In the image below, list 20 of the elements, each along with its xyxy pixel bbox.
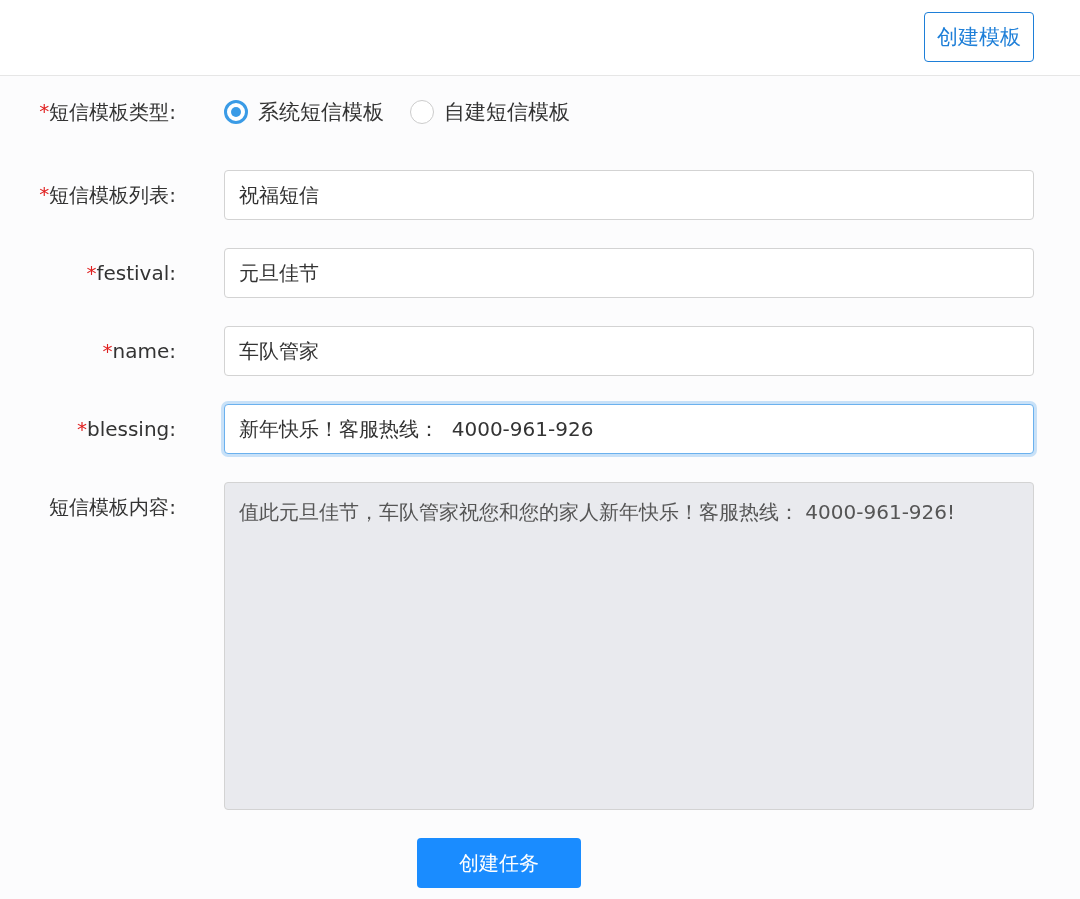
input-field[interactable]: 祝福短信 xyxy=(224,170,1034,220)
required-asterisk: * xyxy=(86,261,97,285)
input-field[interactable]: 新年快乐！客服热线： 4000-961-926 xyxy=(224,404,1034,454)
radio-label[interactable]: 系统短信模板 xyxy=(258,98,384,126)
field-label: blessing: xyxy=(86,417,176,441)
radio-button[interactable] xyxy=(410,100,434,124)
create-template-button[interactable]: 创建模板 xyxy=(924,12,1034,62)
radio-label[interactable]: 自建短信模板 xyxy=(444,98,570,126)
required-asterisk: * xyxy=(76,417,87,441)
field-label: 短信模板内容: xyxy=(49,494,176,521)
field-label: festival: xyxy=(96,261,176,285)
field-label: 短信模板类型: xyxy=(49,98,176,126)
field-label: 短信模板列表: xyxy=(49,181,176,209)
input-field[interactable]: 车队管家 xyxy=(224,326,1034,376)
input-field[interactable]: 元旦佳节 xyxy=(224,248,1034,298)
required-asterisk: * xyxy=(102,339,113,363)
required-asterisk: * xyxy=(39,181,50,208)
required-asterisk: * xyxy=(39,98,50,125)
radio-button[interactable] xyxy=(224,100,248,124)
field-label: name: xyxy=(112,339,176,363)
